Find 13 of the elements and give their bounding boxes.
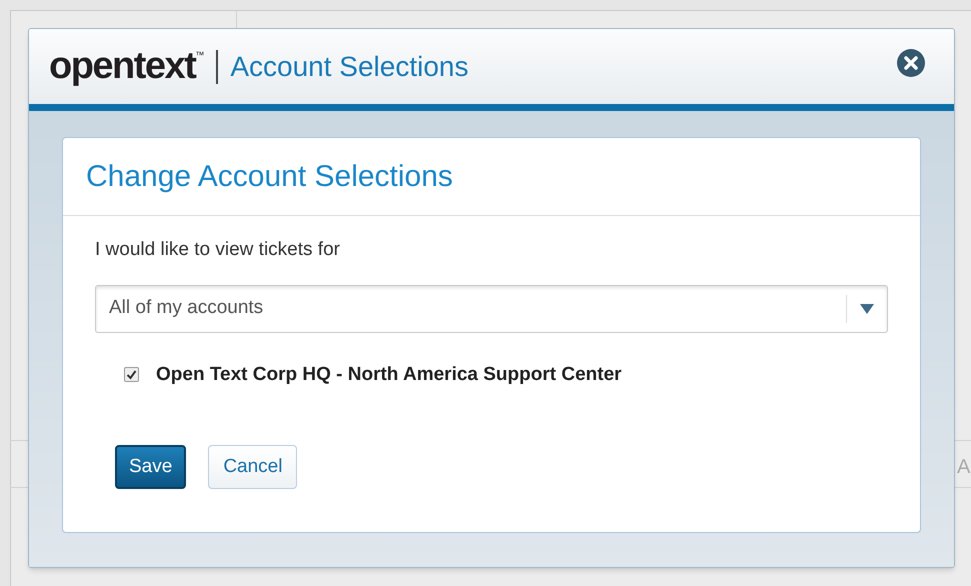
- account-label: Open Text Corp HQ - North America Support Center: [156, 362, 622, 386]
- brand-logo: opentext: [49, 44, 196, 89]
- close-icon[interactable]: [896, 48, 926, 78]
- dialog-title: Account Selections: [230, 50, 468, 84]
- cancel-button[interactable]: Cancel: [208, 445, 298, 489]
- dropdown-arrow-icon: [860, 304, 874, 314]
- trademark-mark: ™: [195, 49, 204, 60]
- prompt-text: I would like to view tickets for: [95, 239, 340, 260]
- panel-heading: Change Account Selections: [86, 159, 453, 195]
- account-select[interactable]: All of my accounts: [95, 284, 888, 332]
- save-button[interactable]: Save: [115, 445, 186, 489]
- account-checkbox[interactable]: [124, 367, 139, 382]
- background-text: A: [957, 455, 970, 480]
